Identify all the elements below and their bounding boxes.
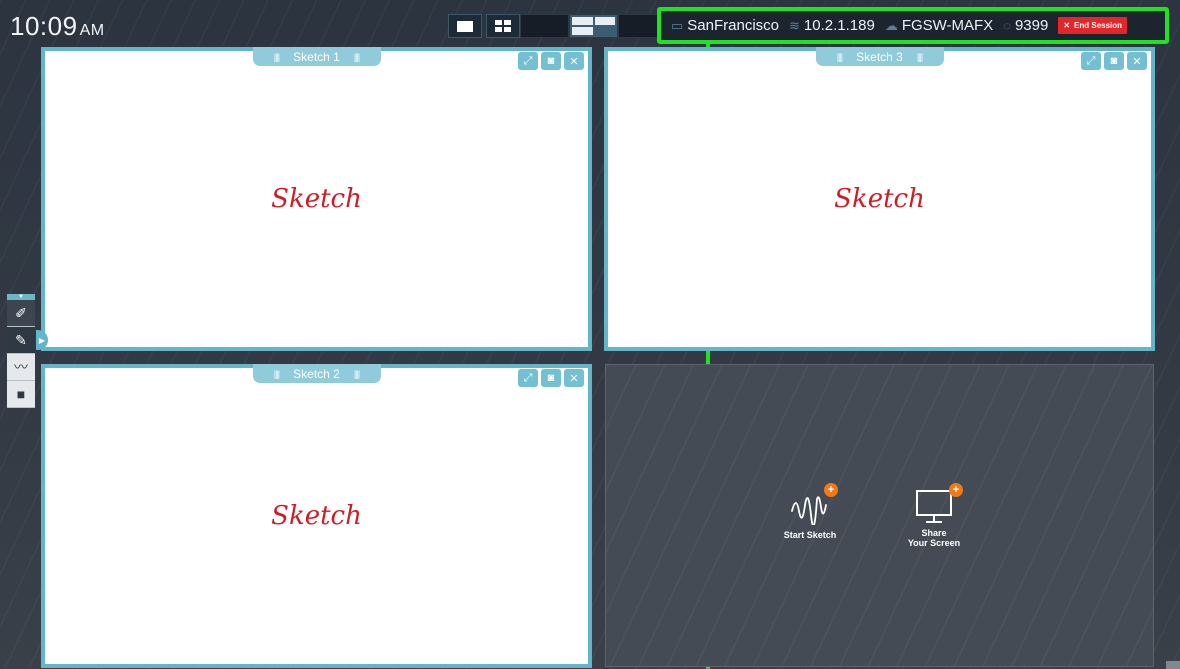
sketch-content: Sketch (271, 501, 362, 531)
close-panel-button[interactable]: ✕ (564, 52, 584, 70)
clock-time: 10:09 (10, 11, 78, 41)
quad-layout-icon (495, 20, 511, 32)
sketch-panel-2[interactable]: Sketch |||| Sketch 2 |||| ⤢ ◙ ✕ (41, 364, 592, 668)
session-code: FGSW-MAFX (901, 17, 994, 34)
left-toolbar: ▼ ✐ ✎ 〰 ■ ▶ (7, 294, 48, 408)
waveform-icon: 〰 (14, 359, 28, 375)
room-info: ▭ SanFrancisco (671, 17, 779, 34)
video-tool[interactable]: ■ (7, 381, 35, 408)
share-label-line2: Your Screen (907, 537, 961, 548)
drag-handle-icon[interactable]: |||| (354, 52, 360, 62)
ip-info: ≋ 10.2.1.189 (789, 17, 875, 34)
screen-thumbnails (520, 14, 667, 38)
panel-title-tab[interactable]: |||| Sketch 1 |||| (252, 47, 381, 66)
single-layout-icon (457, 20, 473, 32)
panel-title-tab[interactable]: |||| Sketch 3 |||| (815, 47, 944, 66)
plus-badge-icon: + (824, 483, 838, 497)
lock-icon: ◌ (1003, 18, 1011, 33)
drag-handle-icon[interactable]: |||| (274, 52, 280, 62)
single-layout-button[interactable] (448, 14, 482, 38)
close-panel-button[interactable]: ✕ (564, 369, 584, 387)
panel-controls: ⤢ ◙ ✕ (1081, 52, 1147, 70)
panel-controls: ⤢ ◙ ✕ (518, 52, 584, 70)
pen-tool[interactable]: ✎ (7, 327, 35, 354)
expand-button[interactable]: ⤢ (518, 369, 538, 387)
room-name: SanFrancisco (687, 17, 780, 34)
start-sketch-button[interactable]: + Start Sketch (774, 483, 846, 541)
snapshot-button[interactable]: ◙ (1104, 52, 1124, 70)
panel-title: Sketch 3 (856, 49, 903, 64)
eraser-tool[interactable]: ✐ (7, 300, 35, 327)
panel-title-tab[interactable]: |||| Sketch 2 |||| (252, 364, 381, 383)
monitor-icon: ▭ (671, 17, 684, 33)
expand-icon: ⤢ (523, 371, 533, 384)
corner-handle[interactable] (1166, 661, 1180, 669)
drag-handle-icon[interactable]: |||| (837, 52, 843, 62)
pin-info: ◌ 9399 (1003, 17, 1048, 34)
close-icon: ✕ (569, 55, 579, 68)
drag-handle-icon[interactable]: |||| (274, 369, 280, 379)
camera-icon: ■ (16, 386, 26, 402)
end-session-button[interactable]: ✕ End Session (1058, 17, 1128, 34)
screen-thumbnail-2[interactable] (569, 14, 618, 38)
chevron-down-icon: ▼ (18, 294, 24, 300)
end-session-label: End Session (1074, 21, 1123, 30)
empty-panel: + Start Sketch + Share Your Screen (605, 364, 1154, 667)
drag-handle-icon[interactable]: |||| (354, 369, 360, 379)
close-icon: ✕ (1132, 55, 1142, 68)
snapshot-button[interactable]: ◙ (541, 52, 561, 70)
clock: 10:09 AM (10, 11, 105, 42)
drag-handle-icon[interactable]: |||| (917, 52, 923, 62)
quad-layout-button[interactable] (486, 14, 520, 38)
chevron-right-icon: ▶ (38, 335, 46, 345)
camera-icon: ◙ (547, 372, 555, 384)
eraser-icon: ✐ (15, 304, 27, 321)
sketch-content: Sketch (834, 184, 925, 214)
session-pin: 9399 (1014, 17, 1049, 34)
camera-icon: ◙ (1110, 55, 1118, 67)
code-info: ☁ FGSW-MAFX (885, 17, 993, 34)
close-icon: ✕ (1063, 21, 1071, 30)
expand-button[interactable]: ⤢ (518, 52, 538, 70)
sketch-panel-3[interactable]: Sketch |||| Sketch 3 |||| ⤢ ◙ ✕ (604, 47, 1155, 351)
sketch-tool[interactable]: 〰 (7, 354, 35, 381)
sketch-content: Sketch (271, 184, 362, 214)
panel-controls: ⤢ ◙ ✕ (518, 369, 584, 387)
cloud-icon: ☁ (884, 17, 898, 33)
share-screen-button[interactable]: + Share Your Screen (898, 483, 970, 549)
snapshot-button[interactable]: ◙ (541, 369, 561, 387)
expand-icon: ⤢ (1086, 54, 1096, 67)
clock-ampm: AM (79, 22, 105, 39)
camera-icon: ◙ (547, 55, 555, 67)
sketch-panel-1[interactable]: Sketch |||| Sketch 1 |||| ⤢ ◙ ✕ (41, 47, 592, 351)
session-info-bar: ▭ SanFrancisco ≋ 10.2.1.189 ☁ FGSW-MAFX … (657, 7, 1169, 44)
pen-icon: ✎ (15, 331, 27, 348)
panel-title: Sketch 2 (293, 366, 340, 381)
start-sketch-label: Start Sketch (783, 530, 837, 540)
plus-badge-icon: + (949, 483, 963, 497)
expand-icon: ⤢ (523, 54, 533, 67)
wifi-icon: ≋ (789, 17, 800, 33)
close-icon: ✕ (569, 372, 579, 385)
close-panel-button[interactable]: ✕ (1127, 52, 1147, 70)
layout-switcher (448, 14, 520, 38)
ip-address: 10.2.1.189 (803, 17, 875, 34)
panel-title: Sketch 1 (293, 49, 340, 64)
screen-thumbnail-1[interactable] (520, 14, 569, 38)
expand-button[interactable]: ⤢ (1081, 52, 1101, 70)
